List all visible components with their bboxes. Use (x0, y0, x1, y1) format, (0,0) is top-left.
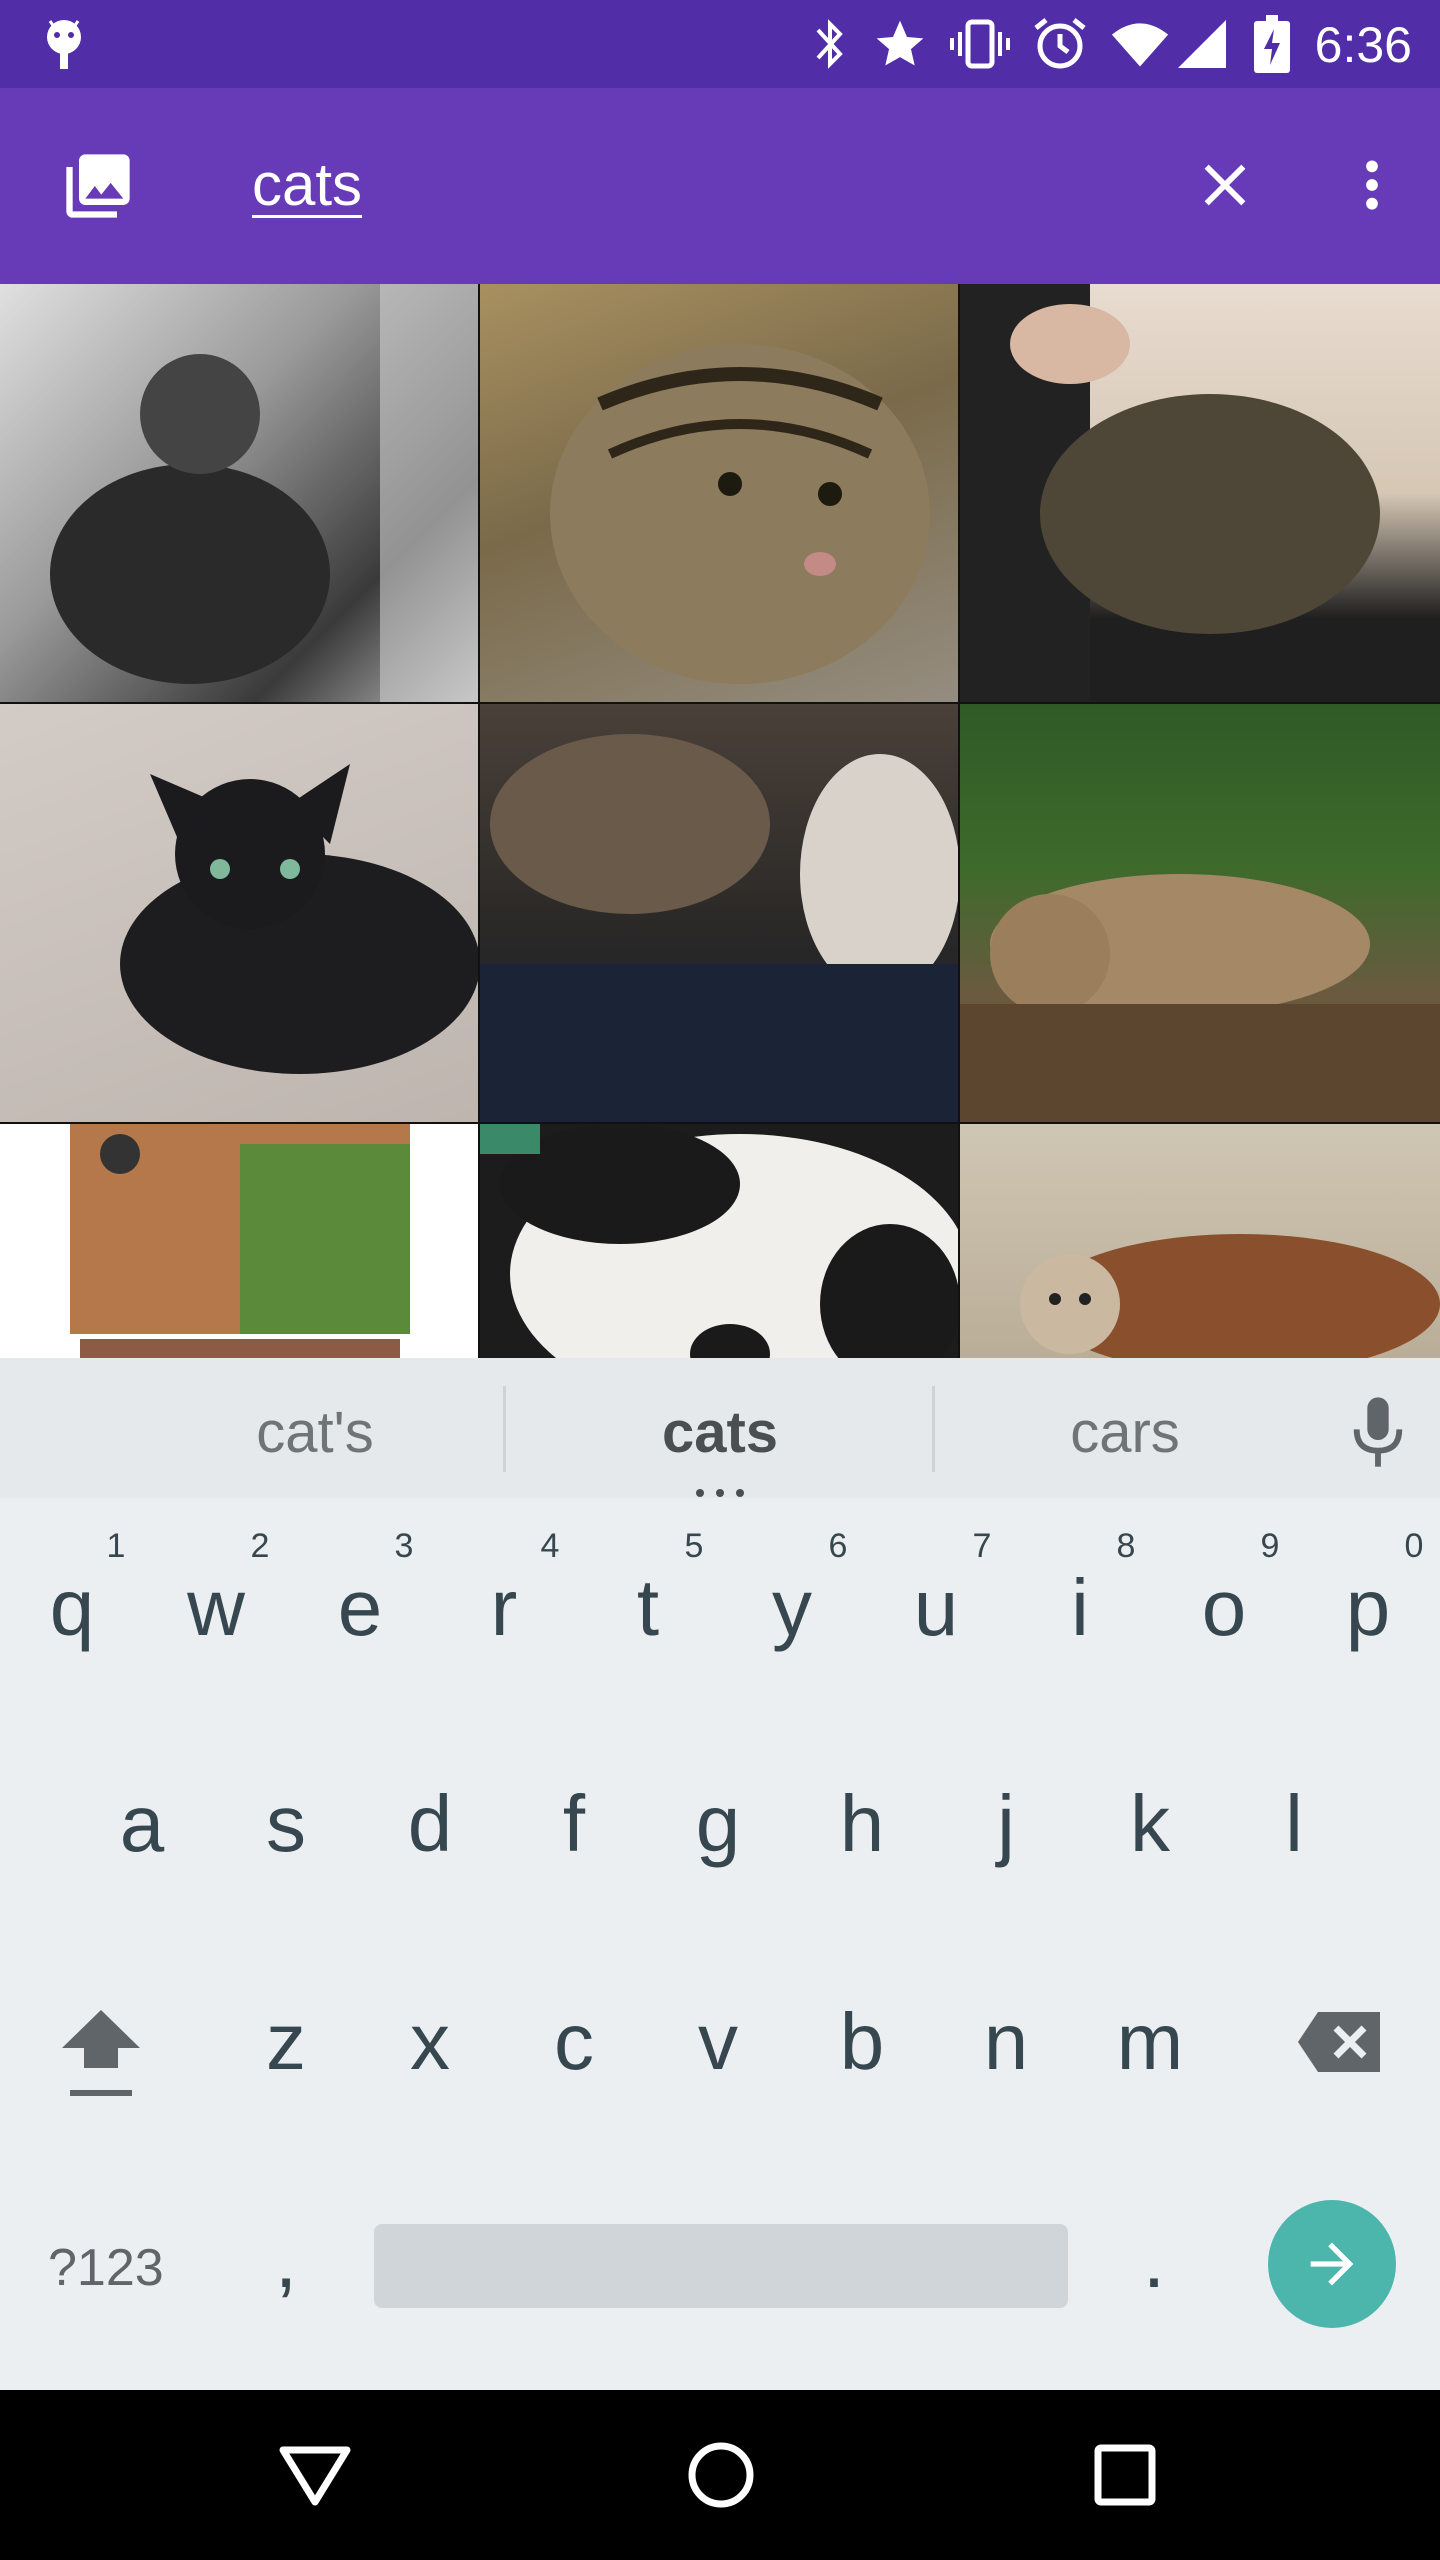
key-k[interactable]: k (1100, 1774, 1200, 1874)
battery-charging-icon (1242, 14, 1302, 74)
bluetooth-icon (800, 14, 860, 74)
home-icon[interactable] (676, 2430, 766, 2520)
key-o[interactable]: o (1174, 1558, 1274, 1658)
suggestion-cars[interactable]: cars (1010, 1398, 1240, 1468)
overflow-menu-icon[interactable] (1340, 150, 1404, 220)
key-p[interactable]: p (1318, 1558, 1418, 1658)
suggestion-divider (503, 1386, 506, 1472)
key-v[interactable]: v (668, 1992, 768, 2092)
suggestion-divider (932, 1386, 935, 1472)
symbols-key[interactable]: ?123 (48, 2238, 164, 2298)
suggestion-bar: cat's cats cars (0, 1358, 1440, 1498)
key-c[interactable]: c (524, 1992, 624, 2092)
suggestion-cats[interactable]: cats (600, 1398, 840, 1468)
star-icon (870, 14, 930, 74)
gallery-icon[interactable] (60, 148, 136, 224)
enter-key[interactable] (1268, 2200, 1396, 2328)
key-j[interactable]: j (956, 1774, 1056, 1874)
key-f[interactable]: f (524, 1774, 624, 1874)
status-time: 6:36 (1314, 17, 1412, 73)
space-key[interactable] (374, 2224, 1068, 2308)
key-d[interactable]: d (380, 1774, 480, 1874)
image-tile[interactable] (0, 284, 478, 702)
key-z[interactable]: z (236, 1992, 336, 2092)
backspace-icon[interactable] (1296, 2010, 1382, 2074)
wifi-icon (1110, 14, 1170, 74)
key-w[interactable]: w (166, 1558, 266, 1658)
more-suggestions-dots (694, 1484, 746, 1497)
key-m[interactable]: m (1100, 1992, 1200, 2092)
image-tile[interactable] (480, 284, 958, 702)
key-e[interactable]: e (310, 1558, 410, 1658)
search-query-input[interactable]: cats (252, 150, 362, 220)
app-bar: cats (0, 88, 1440, 284)
key-i[interactable]: i (1030, 1558, 1130, 1658)
image-tile[interactable] (0, 704, 478, 1122)
clear-icon[interactable] (1190, 150, 1260, 220)
image-tile[interactable] (480, 704, 958, 1122)
shift-icon[interactable] (56, 1998, 146, 2098)
key-h[interactable]: h (812, 1774, 912, 1874)
image-tile[interactable] (960, 1124, 1440, 1358)
recents-icon[interactable] (1080, 2430, 1170, 2520)
key-comma[interactable]: , (236, 2210, 336, 2310)
key-g[interactable]: g (668, 1774, 768, 1874)
microphone-icon[interactable] (1346, 1392, 1410, 1472)
key-u[interactable]: u (886, 1558, 986, 1658)
key-period[interactable]: . (1104, 2210, 1204, 2310)
image-tile[interactable] (960, 284, 1440, 702)
back-icon[interactable] (270, 2430, 360, 2520)
key-x[interactable]: x (380, 1992, 480, 2092)
key-q[interactable]: q (22, 1558, 122, 1658)
nav-bar (0, 2390, 1440, 2560)
android-icon (34, 14, 94, 74)
key-s[interactable]: s (236, 1774, 336, 1874)
keyboard: cat's cats cars 1 q 2 w 3 e 4 r 5 t 6 y … (0, 1358, 1440, 2390)
key-y[interactable]: y (742, 1558, 842, 1658)
key-r[interactable]: r (454, 1558, 554, 1658)
key-n[interactable]: n (956, 1992, 1056, 2092)
signal-icon (1172, 14, 1232, 74)
key-t[interactable]: t (598, 1558, 698, 1658)
key-l[interactable]: l (1244, 1774, 1344, 1874)
arrow-forward-icon (1310, 2242, 1354, 2286)
status-bar: 6:36 (0, 0, 1440, 88)
key-b[interactable]: b (812, 1992, 912, 2092)
image-tile[interactable] (480, 1124, 958, 1358)
image-grid (0, 284, 1440, 1358)
key-a[interactable]: a (92, 1774, 192, 1874)
image-tile[interactable] (960, 704, 1440, 1122)
suggestion-cats-apostrophe[interactable]: cat's (200, 1398, 430, 1468)
alarm-icon (1030, 14, 1090, 74)
vibrate-icon (950, 14, 1010, 74)
image-tile[interactable] (0, 1124, 478, 1358)
